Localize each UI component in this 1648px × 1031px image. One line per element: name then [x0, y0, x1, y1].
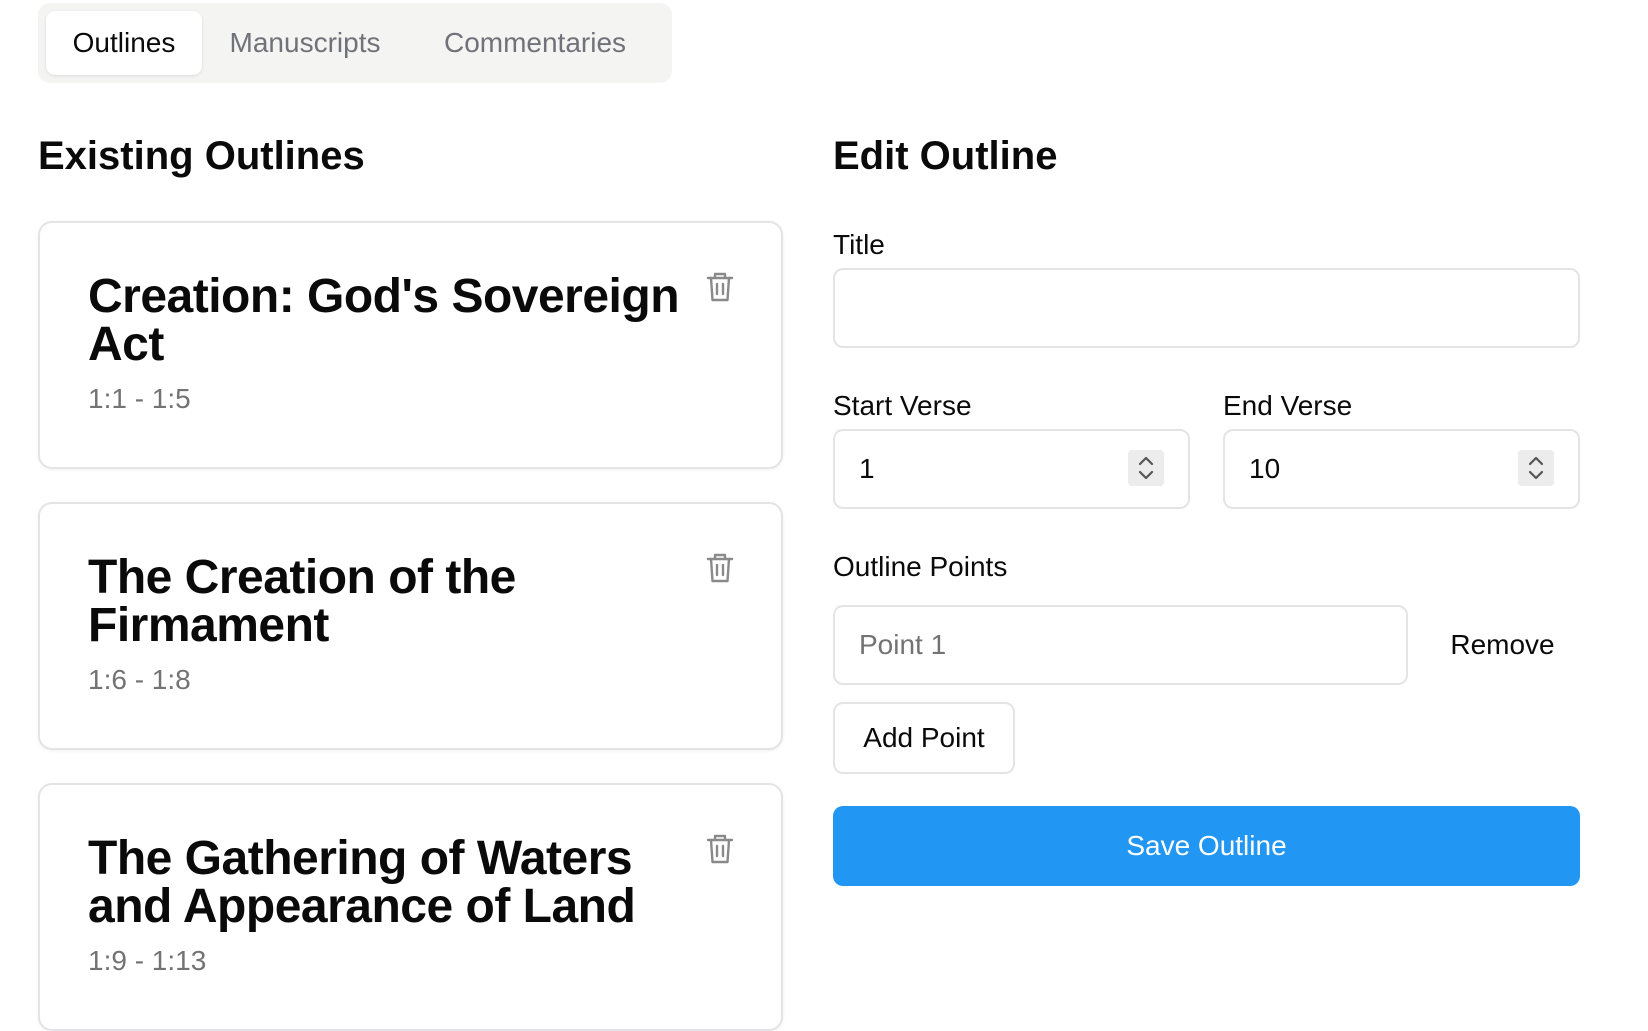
outline-card[interactable]: Creation: God's Sovereign Act 1:1 - 1:5 [38, 221, 783, 469]
outline-range: 1:9 - 1:13 [88, 945, 207, 976]
edit-outline-heading: Edit Outline [833, 134, 1058, 178]
outline-title: The Creation of the Firmament [88, 551, 516, 652]
outline-card[interactable]: The Gathering of Waters and Appearance o… [38, 783, 783, 1031]
outline-title: The Gathering of Waters and Appearance o… [88, 832, 636, 933]
start-verse-stepper-icon[interactable] [1128, 450, 1164, 486]
existing-outlines-heading: Existing Outlines [38, 134, 365, 178]
outline-range: 1:1 - 1:5 [88, 383, 191, 414]
add-point-button[interactable]: Add Point [833, 702, 1015, 774]
tab-bar: Outlines Manuscripts Commentaries [38, 3, 672, 83]
tab-outlines[interactable]: Outlines [46, 11, 202, 75]
point-input[interactable] [833, 605, 1408, 685]
trash-icon[interactable] [706, 552, 734, 584]
outline-title: Creation: God's Sovereign Act [88, 270, 680, 371]
end-verse-label: End Verse [1223, 390, 1353, 421]
title-label: Title [833, 229, 885, 260]
trash-icon[interactable] [706, 833, 734, 865]
title-input[interactable] [833, 268, 1580, 348]
start-verse-label: Start Verse [833, 390, 972, 421]
tab-manuscripts[interactable]: Manuscripts [210, 11, 400, 75]
outline-points-label: Outline Points [833, 551, 1008, 582]
outline-card[interactable]: The Creation of the Firmament 1:6 - 1:8 [38, 502, 783, 750]
tab-commentaries[interactable]: Commentaries [410, 11, 660, 75]
remove-point-button[interactable]: Remove [1430, 612, 1575, 678]
outline-range: 1:6 - 1:8 [88, 664, 191, 695]
end-verse-stepper-icon[interactable] [1518, 450, 1554, 486]
trash-icon[interactable] [706, 271, 734, 303]
save-outline-button[interactable]: Save Outline [833, 806, 1580, 886]
